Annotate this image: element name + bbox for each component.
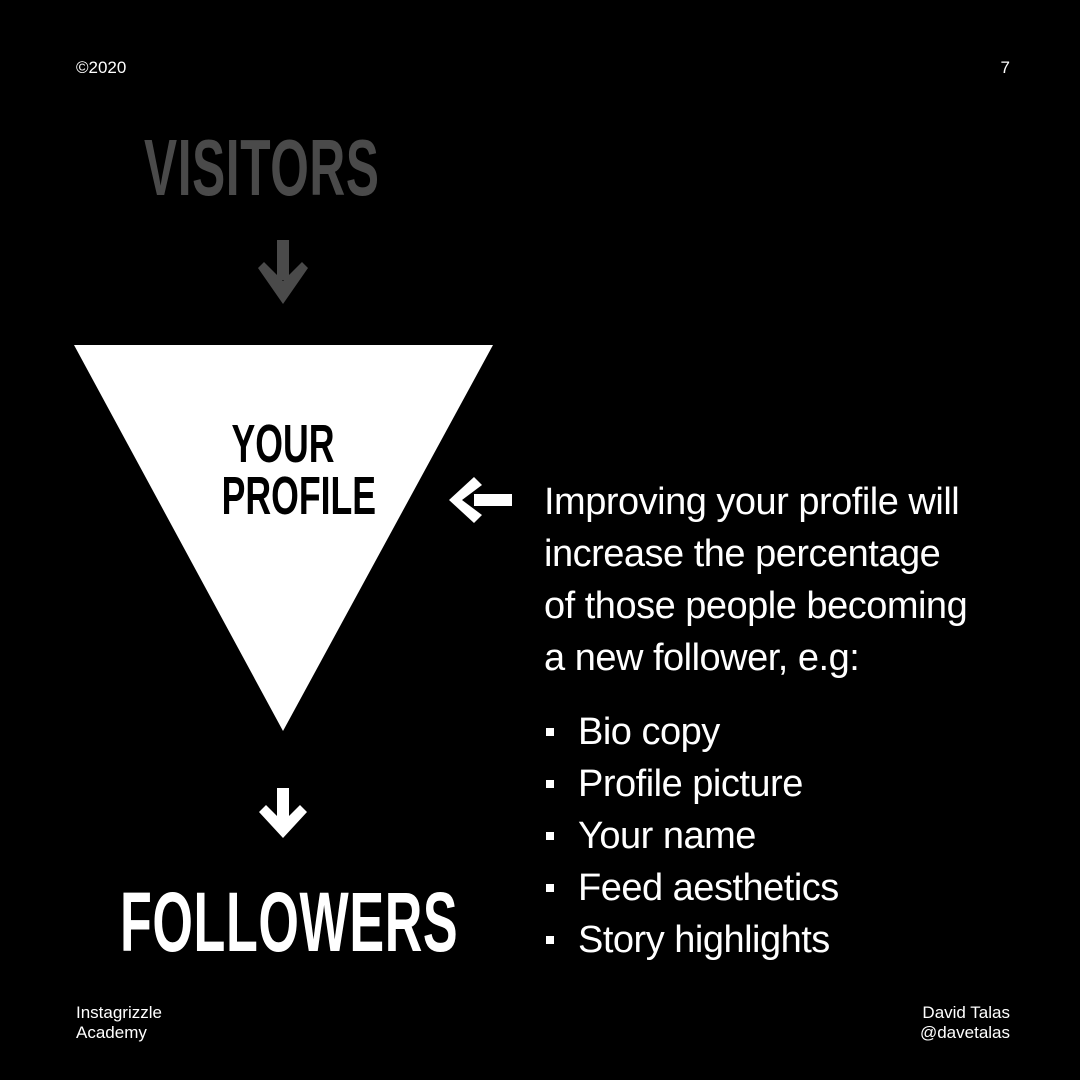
list-item: Bio copy <box>544 706 839 758</box>
list-item: Story highlights <box>544 914 839 966</box>
author-handle: @davetalas <box>919 1023 1010 1042</box>
followers-label: FOLLOWERS <box>120 875 459 969</box>
author-name: David Talas <box>922 1003 1010 1022</box>
bullet-square-icon <box>546 936 554 944</box>
explanation-line: of those people becoming <box>544 585 968 627</box>
list-item: Profile picture <box>544 758 839 810</box>
down-arrow-icon-top <box>258 240 308 304</box>
explanation-line: Improving your profile will <box>544 481 960 523</box>
bullet-square-icon <box>546 884 554 892</box>
your-profile-line1: YOUR <box>231 414 335 474</box>
author-credit: David Talas @davetalas <box>920 1003 1010 1043</box>
explanation-line: a new follower, e.g: <box>544 637 860 679</box>
brand-line2: Academy <box>76 1023 147 1042</box>
explanation-line: increase the percentage <box>544 533 941 575</box>
brand-credit: Instagrizzle Academy <box>76 1003 162 1043</box>
funnel-triangle <box>74 345 493 731</box>
your-profile-label: YOUR PROFILE <box>221 414 377 526</box>
list-item: Feed aesthetics <box>544 862 839 914</box>
brand-line1: Instagrizzle <box>76 1003 162 1022</box>
your-profile-line2: PROFILE <box>221 466 377 526</box>
bullet-square-icon <box>546 780 554 788</box>
down-arrow-icon-bottom <box>259 788 307 838</box>
list-item-label: Profile picture <box>578 763 803 805</box>
left-arrow-icon <box>449 477 512 523</box>
list-item: Your name <box>544 810 839 862</box>
list-item-label: Story highlights <box>578 919 830 961</box>
list-item-label: Feed aesthetics <box>578 867 839 909</box>
list-item-label: Bio copy <box>578 711 720 753</box>
bullet-square-icon <box>546 832 554 840</box>
examples-list: Bio copy Profile picture Your name Feed … <box>544 706 839 966</box>
list-item-label: Your name <box>578 815 756 857</box>
explanation-text: Improving your profile will increase the… <box>544 476 1064 684</box>
bullet-square-icon <box>546 728 554 736</box>
